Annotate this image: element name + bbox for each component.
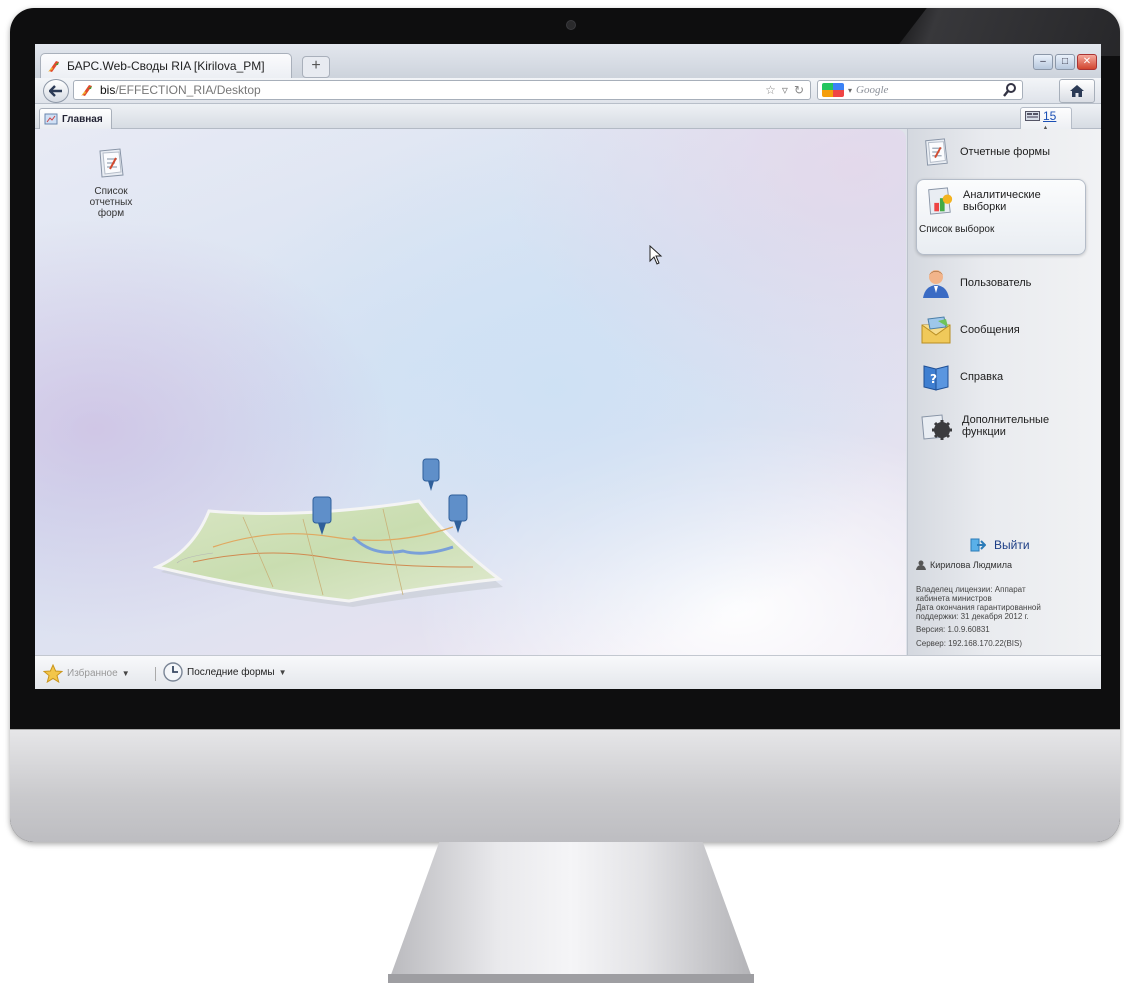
- favorites-label: Избранное: [67, 668, 118, 679]
- logout-label: Выйти: [994, 538, 1030, 552]
- map-illustration: [153, 458, 503, 607]
- bars-logo-icon: [48, 61, 59, 72]
- mouse-cursor-icon: [649, 245, 663, 265]
- camera: [566, 20, 576, 30]
- home-button[interactable]: [1059, 79, 1095, 103]
- license-line-4: поддержки: 31 декабря 2012 г.: [916, 612, 1029, 621]
- home-icon: [1070, 85, 1084, 97]
- search-input[interactable]: Google: [856, 84, 888, 96]
- messages-icon: [921, 316, 951, 344]
- panel-item-extra-functions[interactable]: Дополнительные функции: [920, 411, 1049, 441]
- minimize-button[interactable]: –: [1033, 54, 1053, 70]
- analytics-icon: [928, 187, 953, 215]
- user-name: Кирилова Людмила: [930, 560, 1013, 570]
- panel-item-analytics[interactable]: Аналитические выборки: [923, 186, 1041, 216]
- clock-icon: [163, 662, 183, 682]
- tab-main-label: Главная: [62, 113, 103, 125]
- panel-item-label-line2: выборки: [963, 201, 1007, 213]
- new-tab-button[interactable]: +: [302, 56, 330, 78]
- gear-icon: [921, 414, 952, 440]
- panel-item-label: Сообщения: [960, 324, 1020, 336]
- screen: БАРС.Web-Своды RIA [Kirilova_PM] + – □ ✕…: [35, 44, 1101, 689]
- report-forms-icon: [925, 138, 948, 166]
- panel-item-report-forms[interactable]: Отчетные формы: [920, 137, 1050, 167]
- search-engine-dropdown-icon[interactable]: ▾: [848, 86, 852, 95]
- desktop-icon-label-3: форм: [97, 208, 125, 219]
- desktop-icon-label-1: Список: [94, 186, 128, 197]
- favorites-menu[interactable]: Избранное ▼: [43, 664, 130, 683]
- logout-button[interactable]: Выйти: [970, 538, 1030, 552]
- recent-forms-label: Последние формы: [187, 666, 275, 678]
- desktop-area: Список отчетных форм: [35, 129, 906, 655]
- monitor-stand-foot: [388, 974, 754, 983]
- search-engine-icon[interactable]: [822, 83, 844, 97]
- panel-item-label-line1: Дополнительные: [962, 414, 1050, 426]
- url-path: /EFFECTION_RIA/Desktop: [115, 83, 261, 97]
- monitor-chin: [10, 729, 1120, 842]
- server-info: Сервер: 192.168.170.22(BIS): [916, 639, 1023, 648]
- license-line-2: кабинета министров: [916, 594, 992, 603]
- panel-item-messages[interactable]: Сообщения: [920, 315, 1020, 345]
- search-bar[interactable]: ▾ Google: [817, 80, 1023, 100]
- panel-card-analytics[interactable]: Аналитические выборки Список выборок: [916, 179, 1086, 255]
- version-info: Версия: 1.0.9.60831: [916, 625, 990, 634]
- reload-icon[interactable]: ↻: [794, 83, 804, 97]
- panel-item-label: Отчетные формы: [960, 146, 1051, 158]
- license-info: Владелец лицензии: Аппарат кабинета мини…: [916, 585, 1098, 621]
- panel-item-label-line2: функции: [962, 426, 1006, 438]
- logout-icon: [970, 538, 986, 552]
- close-window-button[interactable]: ✕: [1077, 54, 1097, 70]
- back-button[interactable]: [43, 79, 69, 103]
- mail-counter-icon: [1025, 111, 1040, 121]
- bars-logo-icon: [81, 85, 92, 96]
- window-controls: – □ ✕: [1033, 54, 1097, 70]
- back-arrow-icon: [49, 85, 62, 97]
- url-host: bis: [100, 83, 116, 97]
- recent-forms-menu[interactable]: Последние формы ▼: [163, 662, 287, 682]
- panel-item-label-line1: Аналитические: [963, 189, 1041, 201]
- search-icon[interactable]: [1002, 82, 1018, 98]
- panel-item-user[interactable]: Пользователь: [920, 267, 1031, 299]
- analytics-list-link[interactable]: Список выборок: [919, 224, 994, 235]
- chevron-down-icon: ▼: [121, 669, 130, 678]
- chevron-down-icon: ▼: [278, 667, 287, 677]
- desktop-icon-report-forms[interactable]: Список отчетных форм: [81, 147, 141, 219]
- maximize-button[interactable]: □: [1055, 54, 1075, 70]
- help-icon: ?: [923, 365, 949, 391]
- user-silhouette-icon: [916, 560, 926, 570]
- desktop-icon-label-2: отчетных: [89, 197, 133, 208]
- browser-nav-bar: bis/EFFECTION_RIA/Desktop ☆ ▿ ↻ ▾ Google: [35, 78, 1101, 104]
- license-line-1: Владелец лицензии: Аппарат: [916, 585, 1026, 594]
- panel-item-help[interactable]: ? Справка: [920, 362, 1003, 392]
- browser-tab-strip: БАРС.Web-Своды RIA [Kirilova_PM] + – □ ✕: [35, 44, 1101, 79]
- browser-tab-title: БАРС.Web-Своды RIA [Kirilova_PM]: [67, 59, 265, 73]
- report-forms-icon: [99, 148, 124, 178]
- bookmark-star-icon[interactable]: ☆: [765, 83, 776, 97]
- monitor-stand: [388, 842, 754, 983]
- divider: [155, 667, 156, 681]
- current-user: Кирилова Людмила: [916, 560, 1012, 570]
- license-line-3: Дата окончания гарантированной: [916, 603, 1041, 612]
- bottom-bar: Избранное ▼ Последние формы ▼: [35, 655, 1101, 689]
- star-icon: [43, 664, 63, 683]
- browser-tab[interactable]: БАРС.Web-Своды RIA [Kirilova_PM]: [40, 53, 292, 78]
- svg-text:?: ?: [930, 372, 937, 386]
- right-panel: Отчетные формы Аналитические выборки Спи…: [907, 129, 1101, 655]
- tab-main[interactable]: Главная: [39, 108, 112, 129]
- address-bar[interactable]: bis/EFFECTION_RIA/Desktop ☆ ▿ ↻: [73, 80, 811, 100]
- notification-count[interactable]: 15: [1043, 109, 1056, 123]
- home-tab-icon: [44, 113, 58, 125]
- panel-item-label: Пользователь: [960, 277, 1032, 289]
- app-tab-bar: Главная 15 ▲: [35, 104, 1101, 138]
- user-icon: [923, 270, 949, 298]
- panel-item-label: Справка: [960, 371, 1004, 383]
- history-dropdown-icon[interactable]: ▿: [782, 83, 788, 97]
